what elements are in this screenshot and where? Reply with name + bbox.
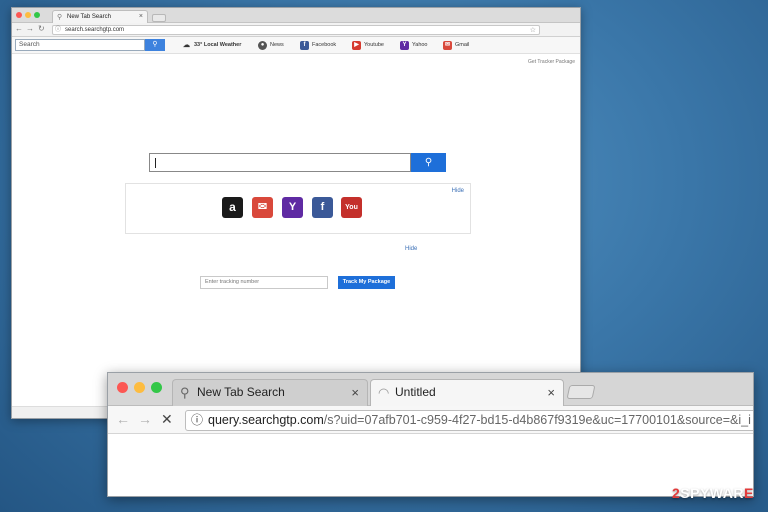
toolbar-search-button[interactable]: ⚲ <box>145 39 165 51</box>
toolbar-search-input[interactable]: Search <box>15 39 145 51</box>
back-arrow-icon[interactable]: ← <box>15 24 23 33</box>
new-tab-button[interactable] <box>152 14 166 22</box>
weather-icon: ☁ <box>183 42 190 49</box>
amazon-icon[interactable]: a <box>222 197 243 218</box>
stop-loading-icon[interactable]: ✕ <box>161 411 173 428</box>
back-arrow-icon[interactable]: ← <box>116 411 130 427</box>
front-toolbar: ← → ✕ ⓘ query.searchgtp.com/s?uid=07afb7… <box>108 406 753 434</box>
extension-toolbar: Search ⚲ ☁ 33° Local Weather ● News f Fa… <box>12 37 580 54</box>
forward-arrow-icon[interactable]: → <box>138 411 152 427</box>
front-browser-window: ⚲ New Tab Search × ◠ Untitled × ← → ✕ ⓘ … <box>107 372 754 497</box>
close-icon[interactable]: × <box>139 11 143 23</box>
main-search-input[interactable] <box>149 153 411 172</box>
info-icon: ⓘ <box>191 413 204 427</box>
close-icon[interactable]: × <box>351 380 359 405</box>
tab-title: Untitled <box>395 385 436 399</box>
main-search-button[interactable]: ⚲ <box>411 153 446 172</box>
back-toolbar: ← → ↻ ⓘ search.searchgtp.com ☆ <box>12 23 580 37</box>
yahoo-icon: Y <box>400 41 409 50</box>
tab-untitled[interactable]: ◠ Untitled × <box>370 379 564 406</box>
tracking-number-input[interactable]: Enter tracking number <box>200 276 328 289</box>
watermark-logo: 2SPYWARE <box>672 485 754 501</box>
new-tab-button[interactable] <box>566 385 596 399</box>
address-bar[interactable]: ⓘ search.searchgtp.com ☆ <box>52 25 540 35</box>
search-icon: ⚲ <box>424 157 433 168</box>
maximize-window-button[interactable] <box>34 12 40 18</box>
facebook-icon[interactable]: f <box>312 197 333 218</box>
search-icon: ⚲ <box>180 385 190 400</box>
minimize-window-button[interactable] <box>134 382 145 393</box>
close-icon[interactable]: × <box>547 380 555 405</box>
url-path: /s?uid=07afb701-c959-4f27-bd15-d4b867f93… <box>323 413 751 427</box>
news-icon: ● <box>258 41 267 50</box>
bookmark-facebook[interactable]: f Facebook <box>300 40 336 50</box>
back-tab-bar: ⚲ New Tab Search × <box>12 8 580 23</box>
package-tracking-panel: Hide Enter tracking number Track My Pack… <box>174 242 424 322</box>
shortcut-icons-panel: Hide a ✉ Y f You <box>125 183 471 234</box>
tab-new-tab-search[interactable]: ⚲ New Tab Search × <box>52 10 148 23</box>
close-window-button[interactable] <box>117 382 128 393</box>
main-search-box: ⚲ <box>149 153 446 172</box>
star-icon[interactable]: ☆ <box>530 26 536 35</box>
get-tracker-link[interactable]: Get Tracker Package <box>528 59 575 65</box>
forward-arrow-icon[interactable]: → <box>26 24 34 33</box>
bookmark-yahoo[interactable]: Y Yahoo <box>400 40 428 50</box>
reload-icon[interactable]: ↻ <box>38 24 45 33</box>
mail-icon[interactable]: ✉ <box>252 197 273 218</box>
hide-icons-link[interactable]: Hide <box>452 188 464 194</box>
tab-title: New Tab Search <box>67 14 111 20</box>
front-tab-bar: ⚲ New Tab Search × ◠ Untitled × <box>108 373 753 406</box>
youtube-icon[interactable]: You <box>341 197 362 218</box>
youtube-icon: ▶ <box>352 41 361 50</box>
bookmark-news[interactable]: ● News <box>258 40 284 50</box>
address-text: search.searchgtp.com <box>65 27 125 33</box>
facebook-icon: f <box>300 41 309 50</box>
tab-new-tab-search[interactable]: ⚲ New Tab Search × <box>172 379 368 406</box>
loading-spinner-icon: ◠ <box>378 385 390 400</box>
address-bar[interactable]: ⓘ query.searchgtp.com/s?uid=07afb701-c95… <box>185 410 753 431</box>
search-icon: ⚲ <box>152 41 158 48</box>
gmail-icon: ✉ <box>443 41 452 50</box>
maximize-window-button[interactable] <box>151 382 162 393</box>
track-package-button[interactable]: Track My Package <box>338 276 395 289</box>
bookmark-youtube[interactable]: ▶ Youtube <box>352 40 384 50</box>
bookmark-gmail[interactable]: ✉ Gmail <box>443 40 469 50</box>
hide-tracking-link[interactable]: Hide <box>405 246 417 252</box>
url-host: query.searchgtp.com <box>208 413 324 427</box>
close-window-button[interactable] <box>16 12 22 18</box>
tab-title: New Tab Search <box>197 385 285 399</box>
back-browser-window: ⚲ New Tab Search × ← → ↻ ⓘ search.search… <box>11 7 581 419</box>
info-icon: ⓘ <box>55 27 62 33</box>
bookmark-weather[interactable]: ☁ 33° Local Weather <box>182 40 241 50</box>
yahoo-icon[interactable]: Y <box>282 197 303 218</box>
minimize-window-button[interactable] <box>25 12 31 18</box>
